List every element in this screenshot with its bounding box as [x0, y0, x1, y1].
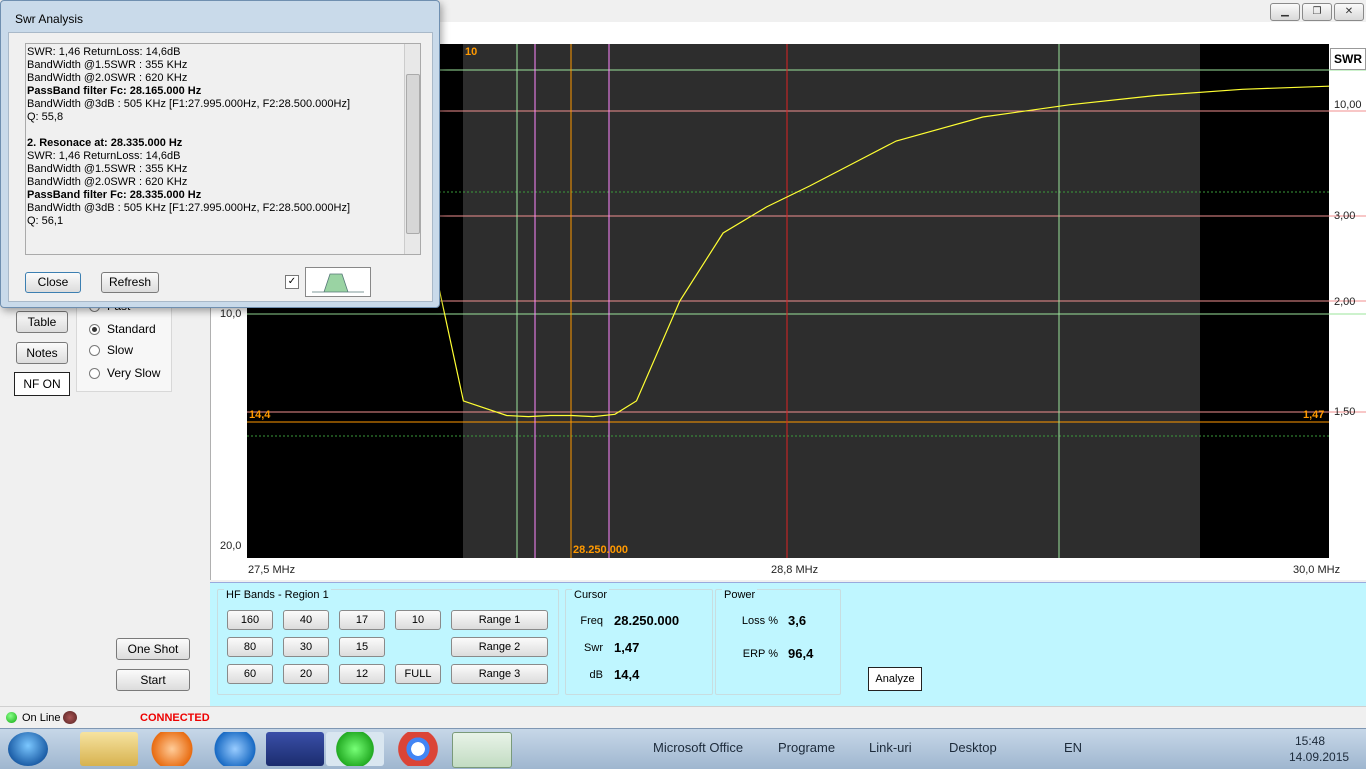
graph-checkbox[interactable]: ✓ [285, 275, 299, 289]
taskbar-toolbar-desktop[interactable]: Desktop [949, 740, 997, 755]
cursor-db-value: 14,4 [614, 667, 640, 682]
one-shot-button[interactable]: One Shot [116, 638, 190, 660]
start-button[interactable]: Start [116, 669, 190, 691]
cursor-db-label: dB [589, 669, 603, 681]
taskbar: Microsoft Office Programe Link-uri Deskt… [0, 728, 1366, 769]
marker-right-label: 1,47 [1303, 409, 1325, 421]
online-indicator-icon [6, 712, 17, 723]
analysis-line: 2. Resonace at: 28.335.000 Hz [27, 137, 183, 149]
top-marker-label: 10 [465, 46, 478, 58]
analysis-line: SWR: 1,46 ReturnLoss: 14,6dB [27, 46, 181, 58]
explorer-taskbar-icon[interactable] [80, 732, 138, 766]
hf-bands-title: HF Bands - Region 1 [224, 589, 331, 601]
swr-analysis-dialog: Swr Analysis Q: 56,1 BandWidth @3dB : 505… [0, 0, 440, 308]
antenna-app-taskbar-icon[interactable] [452, 732, 512, 768]
band-160-button[interactable]: 160 [227, 610, 273, 630]
analysis-line: BandWidth @3dB : 505 KHz [F1:27.995.000H… [27, 202, 351, 214]
band-80-button[interactable]: 80 [227, 637, 273, 657]
analysis-line: BandWidth @1.5SWR : 355 KHz [27, 163, 188, 175]
connected-status: CONNECTED [140, 712, 210, 724]
clover-app-taskbar-icon[interactable] [326, 732, 384, 766]
analysis-line: Q: 56,1 [27, 215, 64, 227]
analysis-line: BandWidth @1.5SWR : 355 KHz [27, 59, 188, 71]
cursor-freq-value: 28.250.000 [614, 613, 680, 628]
dialog-refresh-button[interactable]: Refresh [101, 272, 159, 293]
range-2-button[interactable]: Range 2 [451, 637, 548, 657]
scroll-thumb[interactable] [406, 74, 420, 234]
cursor-swr-value: 1,47 [614, 640, 640, 655]
band-10-button[interactable]: 10 [395, 610, 441, 630]
x-tick-end: 30,0 MHz [1293, 564, 1341, 576]
taskbar-toolbar-link-uri[interactable]: Link-uri [869, 740, 912, 755]
save-app-taskbar-icon[interactable] [266, 732, 324, 766]
mini-graph-thumbnail [305, 267, 371, 297]
textarea-scrollbar[interactable] [404, 44, 420, 254]
band-30-button[interactable]: 30 [283, 637, 329, 657]
right-tick-2: 2,00 [1334, 296, 1356, 308]
connection-icon [63, 711, 77, 724]
range-1-button[interactable]: Range 1 [451, 610, 548, 630]
chrome-taskbar-icon[interactable] [389, 732, 447, 766]
analysis-line: PassBand filter Fc: 28.335.000 Hz [27, 189, 202, 201]
dialog-body: Q: 56,1 BandWidth @3dB : 505 KHz [F1:27.9… [8, 32, 433, 302]
analysis-line: Q: 55,8 [27, 111, 64, 123]
language-indicator[interactable]: EN [1064, 740, 1082, 755]
start-orb-icon[interactable] [8, 732, 48, 766]
analyze-button[interactable]: Analyze [868, 667, 922, 691]
cursor-freq-label: 28.250.000 [573, 544, 629, 556]
band-60-button[interactable]: 60 [227, 664, 273, 684]
loss-value: 3,6 [788, 613, 807, 628]
taskbar-toolbar-programe[interactable]: Programe [778, 740, 835, 755]
cursor-group: Cursor Freq 28.250.000 Swr 1,47 dB 14,4 [565, 589, 713, 695]
swr-header: SWR [1330, 48, 1366, 70]
analysis-line: BandWidth @3dB : 505 KHz [F1:27.995.000H… [27, 98, 351, 110]
x-tick-start: 27,5 MHz [248, 564, 296, 576]
analysis-line: BandWidth @2.0SWR : 620 KHz [27, 176, 188, 188]
range-3-button[interactable]: Range 3 [451, 664, 548, 684]
dialog-title: Swr Analysis [15, 12, 84, 26]
band-40-button[interactable]: 40 [283, 610, 329, 630]
hf-bands-group: HF Bands - Region 1 160 40 17 10 Range 1… [217, 589, 559, 695]
internet-explorer-taskbar-icon[interactable] [206, 732, 264, 766]
analysis-line: PassBand filter Fc: 28.165.000 Hz [27, 85, 202, 97]
clock-time[interactable]: 15:48 [1295, 734, 1325, 748]
online-status: On Line [22, 712, 61, 724]
cursor-freq-label-text: Freq [580, 615, 603, 627]
power-group: Power Loss % 3,6 ERP % 96,4 [715, 589, 841, 695]
marker-left-label: 14,4 [249, 409, 271, 421]
status-bar: On Line CONNECTED [0, 706, 1366, 729]
analysis-line: BandWidth @2.0SWR : 620 KHz [27, 72, 188, 84]
right-tick-10: 10,00 [1334, 99, 1362, 111]
cursor-title: Cursor [572, 589, 610, 601]
clock-date[interactable]: 14.09.2015 [1289, 750, 1349, 764]
erp-label: ERP % [742, 648, 778, 660]
x-tick-mid: 28,8 MHz [771, 564, 819, 576]
cursor-swr-label: Swr [584, 642, 603, 654]
mini-graph-icon [312, 273, 364, 293]
erp-value: 96,4 [788, 646, 814, 661]
bottom-panel: HF Bands - Region 1 160 40 17 10 Range 1… [210, 582, 1366, 707]
band-20-button[interactable]: 20 [283, 664, 329, 684]
loss-label: Loss % [741, 615, 778, 627]
band-full-button[interactable]: FULL [395, 664, 441, 684]
band-12-button[interactable]: 12 [339, 664, 385, 684]
analysis-textarea[interactable]: Q: 56,1 BandWidth @3dB : 505 KHz [F1:27.9… [25, 43, 421, 255]
power-title: Power [722, 589, 758, 601]
right-tick-3: 3,00 [1334, 210, 1356, 222]
left-tick-10: 10,0 [220, 308, 242, 320]
left-tick-20: 20,0 [220, 540, 242, 552]
band-17-button[interactable]: 17 [339, 610, 385, 630]
right-tick-1-5: 1,50 [1334, 406, 1356, 418]
dialog-close-button[interactable]: Close [25, 272, 81, 293]
taskbar-toolbar-office[interactable]: Microsoft Office [653, 740, 743, 755]
band-15-button[interactable]: 15 [339, 637, 385, 657]
analysis-line: SWR: 1,46 ReturnLoss: 14,6dB [27, 150, 181, 162]
media-player-taskbar-icon[interactable] [143, 732, 201, 766]
